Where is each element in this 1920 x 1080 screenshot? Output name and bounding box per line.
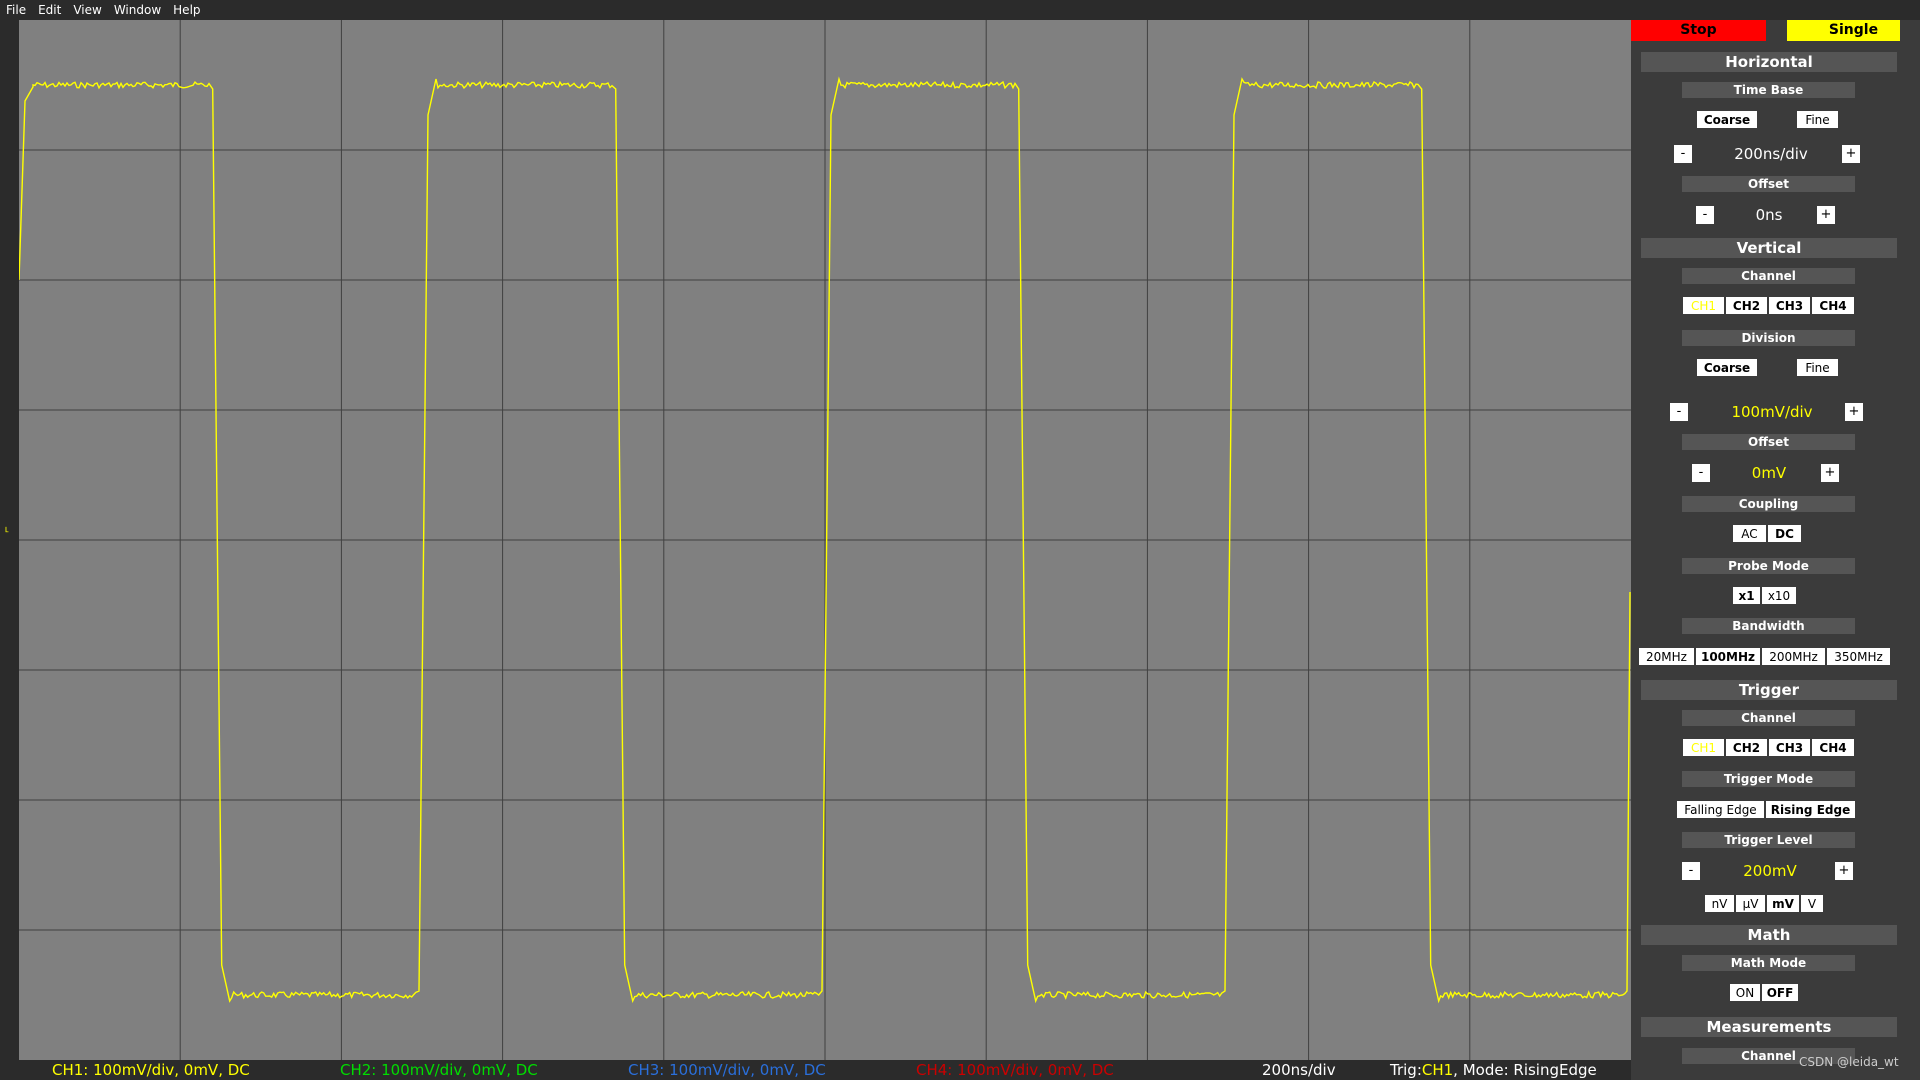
horizontal-offset-label: Offset [1682,176,1855,192]
division-minus-button[interactable]: - [1670,403,1688,421]
status-bar: CH1: 100mV/div, 0mV, DC CH2: 100mV/div, … [0,1060,1631,1080]
time-base-minus-button[interactable]: - [1674,145,1692,163]
menu-help[interactable]: Help [167,0,206,20]
time-base-plus-button[interactable]: + [1842,145,1860,163]
trigger-level-label: Trigger Level [1682,832,1855,848]
bandwidth-350mhz-button[interactable]: 350MHz [1826,647,1891,666]
status-trig-channel: CH1 [1421,1061,1454,1079]
bandwidth-20mhz-button[interactable]: 20MHz [1638,647,1695,666]
status-ch2: CH2: 100mV/div, 0mV, DC [340,1061,538,1079]
trigger-ch4-button[interactable]: CH4 [1811,738,1855,757]
bandwidth-100mhz-button[interactable]: 100MHz [1695,647,1761,666]
menu-bar: File Edit View Window Help [0,0,1920,20]
scope-screen[interactable] [19,20,1631,1060]
status-trig-mode: , Mode: RisingEdge [1453,1061,1597,1079]
v-offset-minus-button[interactable]: - [1692,464,1710,482]
stop-button[interactable]: Stop [1631,20,1766,41]
vertical-ch1-button[interactable]: CH1 [1682,296,1725,315]
division-value: 100mV/div [1731,403,1813,421]
trigger-section-title: Trigger [1641,680,1897,700]
menu-file[interactable]: File [0,0,32,20]
horizontal-section-title: Horizontal [1641,52,1897,72]
time-base-label: Time Base [1682,82,1855,98]
trigger-mode-label: Trigger Mode [1682,771,1855,787]
measurements-section-title: Measurements [1641,1017,1897,1037]
status-trig-prefix: Trig: [1390,1061,1422,1079]
trigger-ch1-button[interactable]: CH1 [1682,738,1725,757]
coupling-label: Coupling [1682,496,1855,512]
coupling-dc-button[interactable]: DC [1767,524,1802,543]
trigger-level-minus-button[interactable]: - [1682,862,1700,880]
status-trigger: Trig:CH1, Mode: RisingEdge [1390,1060,1597,1080]
unit-v-button[interactable]: V [1800,894,1824,913]
vertical-offset-label: Offset [1682,434,1855,450]
vertical-ch3-button[interactable]: CH3 [1768,296,1811,315]
vertical-section-title: Vertical [1641,238,1897,258]
trigger-ch2-button[interactable]: CH2 [1725,738,1768,757]
math-section-title: Math [1641,925,1897,945]
vertical-ch4-button[interactable]: CH4 [1811,296,1855,315]
div-fine-button[interactable]: Fine [1796,358,1839,377]
menu-window[interactable]: Window [108,0,167,20]
trigger-level-plus-button[interactable]: + [1835,862,1853,880]
time-coarse-button[interactable]: Coarse [1696,110,1758,129]
bandwidth-label: Bandwidth [1682,618,1855,634]
probe-mode-label: Probe Mode [1682,558,1855,574]
trigger-ch3-button[interactable]: CH3 [1768,738,1811,757]
falling-edge-button[interactable]: Falling Edge [1676,800,1765,819]
v-offset-value: 0mV [1751,464,1787,482]
div-coarse-button[interactable]: Coarse [1696,358,1758,377]
status-ch4: CH4: 100mV/div, 0mV, DC [916,1061,1114,1079]
unit-nv-button[interactable]: nV [1704,894,1735,913]
trigger-level-marker-icon[interactable]: ˪ [5,522,9,534]
h-offset-plus-button[interactable]: + [1817,206,1835,224]
rising-edge-button[interactable]: Rising Edge [1765,800,1856,819]
unit-uv-button[interactable]: μV [1735,894,1766,913]
menu-edit[interactable]: Edit [32,0,67,20]
status-timebase: 200ns/div [1262,1061,1336,1079]
waveform-display [19,20,1631,1060]
probe-x1-button[interactable]: x1 [1732,586,1761,605]
panel-scrollbar[interactable] [1900,20,1920,1080]
menu-view[interactable]: View [67,0,107,20]
division-label: Division [1682,330,1855,346]
unit-mv-button[interactable]: mV [1766,894,1800,913]
math-off-button[interactable]: OFF [1761,983,1799,1002]
h-offset-value: 0ns [1755,206,1783,224]
watermark: CSDN @leida_wt [1799,1055,1899,1069]
control-panel: Stop Single Horizontal Time Base Coarse … [1631,20,1920,1080]
h-offset-minus-button[interactable]: - [1696,206,1714,224]
status-ch1: CH1: 100mV/div, 0mV, DC [52,1061,250,1079]
bandwidth-200mhz-button[interactable]: 200MHz [1761,647,1826,666]
v-offset-plus-button[interactable]: + [1821,464,1839,482]
division-plus-button[interactable]: + [1845,403,1863,421]
time-fine-button[interactable]: Fine [1796,110,1839,129]
vertical-channel-label: Channel [1682,268,1855,284]
left-strip [0,20,19,1060]
status-ch3: CH3: 100mV/div, 0mV, DC [628,1061,826,1079]
math-on-button[interactable]: ON [1729,983,1761,1002]
math-mode-label: Math Mode [1682,955,1855,971]
trigger-level-value: 200mV [1743,862,1797,880]
probe-x10-button[interactable]: x10 [1761,586,1797,605]
time-base-value: 200ns/div [1734,145,1808,163]
coupling-ac-button[interactable]: AC [1732,524,1767,543]
trigger-channel-label: Channel [1682,710,1855,726]
vertical-ch2-button[interactable]: CH2 [1725,296,1768,315]
